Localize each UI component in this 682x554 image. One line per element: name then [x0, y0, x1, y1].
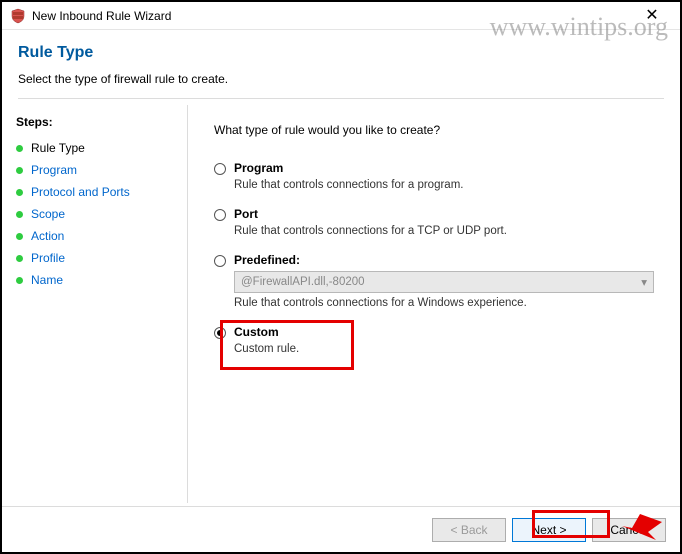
option-desc-predefined: Rule that controls connections for a Win… [234, 297, 654, 309]
option-label: Predefined: [234, 253, 300, 267]
close-button[interactable]: ✕ [632, 5, 672, 27]
option-desc-port: Rule that controls connections for a TCP… [234, 225, 654, 237]
step-rule-type[interactable]: Rule Type [16, 137, 173, 159]
divider [18, 98, 664, 99]
wizard-footer: < Back Next > Cancel [2, 506, 680, 552]
step-name[interactable]: Name [16, 269, 173, 291]
bullet-icon [16, 145, 23, 152]
bullet-icon [16, 189, 23, 196]
close-icon: ✕ [645, 8, 658, 24]
predefined-selected-value: @FirewallAPI.dll,-80200 [241, 276, 365, 288]
step-label: Profile [31, 251, 65, 265]
option-desc-program: Rule that controls connections for a pro… [234, 179, 654, 191]
step-label: Rule Type [31, 141, 85, 155]
step-protocol-and-ports[interactable]: Protocol and Ports [16, 181, 173, 203]
option-desc-custom: Custom rule. [234, 343, 654, 355]
bullet-icon [16, 211, 23, 218]
option-program[interactable]: Program [214, 161, 654, 175]
wizard-header: Rule Type Select the type of firewall ru… [2, 30, 680, 105]
bullet-icon [16, 255, 23, 262]
steps-heading: Steps: [16, 115, 173, 129]
bullet-icon [16, 233, 23, 240]
bullet-icon [16, 277, 23, 284]
step-program[interactable]: Program [16, 159, 173, 181]
step-label: Name [31, 273, 63, 287]
back-button: < Back [432, 518, 506, 542]
step-action[interactable]: Action [16, 225, 173, 247]
radio-program[interactable] [214, 163, 226, 175]
predefined-dropdown[interactable]: @FirewallAPI.dll,-80200 ▾ [234, 271, 654, 293]
step-label: Action [31, 229, 64, 243]
radio-port[interactable] [214, 209, 226, 221]
radio-custom[interactable] [214, 327, 226, 339]
option-port[interactable]: Port [214, 207, 654, 221]
bullet-icon [16, 167, 23, 174]
rule-type-question: What type of rule would you like to crea… [214, 123, 654, 137]
next-button[interactable]: Next > [512, 518, 586, 542]
step-scope[interactable]: Scope [16, 203, 173, 225]
chevron-down-icon: ▾ [641, 275, 647, 289]
firewall-shield-icon [10, 8, 26, 24]
option-predefined[interactable]: Predefined: [214, 253, 654, 267]
window-title: New Inbound Rule Wizard [32, 9, 171, 23]
step-profile[interactable]: Profile [16, 247, 173, 269]
option-custom[interactable]: Custom [214, 325, 654, 339]
step-label: Program [31, 163, 77, 177]
main-panel: What type of rule would you like to crea… [188, 105, 680, 503]
option-label: Port [234, 207, 258, 221]
page-description: Select the type of firewall rule to crea… [18, 72, 664, 86]
titlebar: New Inbound Rule Wizard ✕ [2, 2, 680, 30]
option-label: Custom [234, 325, 279, 339]
radio-predefined[interactable] [214, 255, 226, 267]
cancel-button[interactable]: Cancel [592, 518, 666, 542]
steps-sidebar: Steps: Rule Type Program Protocol and Po… [2, 105, 187, 503]
step-label: Protocol and Ports [31, 185, 130, 199]
page-title: Rule Type [18, 44, 664, 62]
step-label: Scope [31, 207, 65, 221]
option-label: Program [234, 161, 283, 175]
